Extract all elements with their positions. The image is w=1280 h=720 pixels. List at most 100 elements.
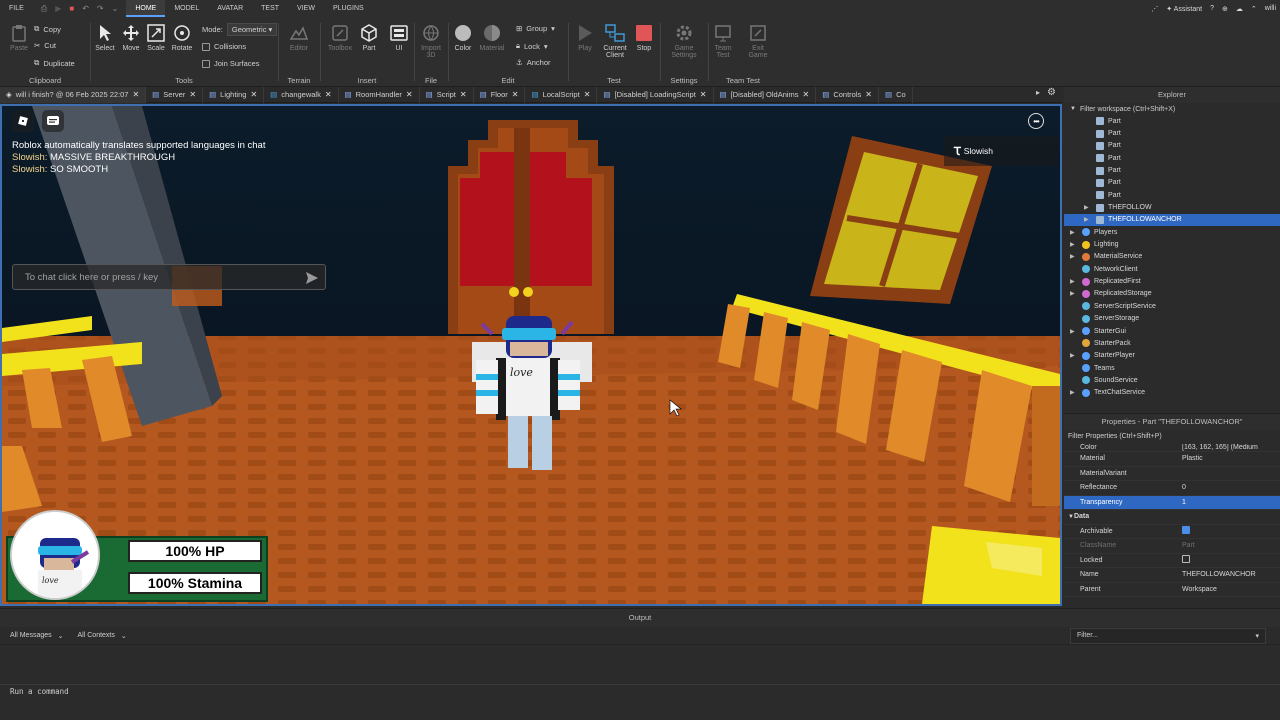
explorer-item[interactable]: Teams xyxy=(1064,362,1280,374)
document-tab[interactable]: ▤ Floor ✕ xyxy=(474,86,526,103)
close-tab-icon[interactable]: ✕ xyxy=(584,90,591,99)
menu-avatar[interactable]: AVATAR xyxy=(208,0,252,17)
user-name[interactable]: willi xyxy=(1265,5,1276,12)
rotate-tool-button[interactable]: Rotate xyxy=(167,23,197,52)
property-row[interactable]: MaterialVariant xyxy=(1064,467,1280,481)
expand-arrow-icon[interactable]: ▶ xyxy=(1084,204,1089,211)
redo-icon[interactable]: ↷ xyxy=(97,4,104,14)
expand-arrow-icon[interactable]: ▶ xyxy=(1070,241,1075,248)
stop-button[interactable]: Stop xyxy=(629,23,659,52)
more-options-icon[interactable]: ••• xyxy=(1028,113,1044,129)
property-row[interactable]: Reflectance 0 xyxy=(1064,481,1280,496)
collisions-toggle[interactable]: Collisions xyxy=(202,42,246,51)
explorer-item[interactable]: Part xyxy=(1064,164,1280,176)
property-row[interactable]: Archivable xyxy=(1064,525,1280,539)
color-button[interactable]: Color xyxy=(448,23,478,52)
property-checkbox[interactable] xyxy=(1182,526,1190,535)
group-button[interactable]: ⊞ Group ▾ xyxy=(516,24,555,33)
chat-input[interactable]: To chat click here or press / key xyxy=(12,264,326,290)
duplicate-button[interactable]: ⧉ Duplicate xyxy=(34,58,75,68)
property-row[interactable]: ClassName Part xyxy=(1064,539,1280,554)
explorer-item[interactable]: StarterPack xyxy=(1064,337,1280,349)
explorer-item[interactable]: ▶ StarterPlayer xyxy=(1064,350,1280,362)
explorer-item[interactable]: Part xyxy=(1064,115,1280,127)
mode-selector[interactable]: Mode: Geometric ▾ xyxy=(202,23,278,36)
document-tab[interactable]: ▤ [Disabled] OldAnims ✕ xyxy=(714,86,817,103)
material-button[interactable]: Material xyxy=(477,23,507,52)
close-tab-icon[interactable]: ✕ xyxy=(189,90,196,99)
property-value[interactable]: Workspace xyxy=(1182,586,1280,593)
property-value[interactable]: Plastic xyxy=(1182,455,1280,462)
save-icon[interactable]: ⎙ xyxy=(41,4,47,14)
explorer-item[interactable]: ▶ MaterialService xyxy=(1064,251,1280,263)
expand-arrow-icon[interactable]: ▶ xyxy=(1070,278,1075,285)
lock-button[interactable]: 🔒︎ Lock ▾ xyxy=(516,41,548,51)
menu-model[interactable]: MODEL xyxy=(165,0,208,17)
document-tab[interactable]: ▤ Co xyxy=(879,86,913,103)
tabs-settings-gear-icon[interactable]: ⚙ xyxy=(1047,87,1056,98)
join-surfaces-toggle[interactable]: Join Surfaces xyxy=(202,59,259,68)
properties-filter-input[interactable]: Filter Properties (Ctrl+Shift+P) xyxy=(1064,430,1280,444)
document-tab[interactable]: ▤ Lighting ✕ xyxy=(203,86,265,103)
play-icon[interactable]: ▶ xyxy=(55,4,61,14)
property-value[interactable] xyxy=(1182,555,1280,565)
property-value[interactable]: [163, 162, 165] (Medium xyxy=(1182,444,1280,451)
menu-file[interactable]: FILE xyxy=(0,0,33,17)
explorer-item[interactable]: ▶ ReplicatedStorage xyxy=(1064,288,1280,300)
expand-arrow-icon[interactable]: ▶ xyxy=(1070,229,1075,236)
team-test-button[interactable]: Team Test xyxy=(708,23,738,59)
property-value[interactable]: 0 xyxy=(1182,484,1280,491)
property-row[interactable]: Color [163, 162, 165] (Medium xyxy=(1064,444,1280,452)
close-tab-icon[interactable]: ✕ xyxy=(700,90,707,99)
assistant-button[interactable]: ✦ Assistant xyxy=(1166,5,1202,13)
play-button[interactable]: Play xyxy=(570,23,600,52)
explorer-item[interactable]: Part xyxy=(1064,152,1280,164)
ui-button[interactable]: UI xyxy=(384,23,414,52)
property-value[interactable]: 1 xyxy=(1182,499,1280,506)
explorer-item[interactable]: ServerStorage xyxy=(1064,313,1280,325)
close-tab-icon[interactable]: ✕ xyxy=(250,90,257,99)
menu-plugins[interactable]: PLUGINS xyxy=(324,0,373,17)
document-tab[interactable]: ▤ RoomHandler ✕ xyxy=(339,86,420,103)
explorer-item[interactable]: ▶ THEFOLLOWANCHOR xyxy=(1064,213,1280,227)
command-bar-input[interactable]: Run a command xyxy=(0,684,1280,698)
explorer-item[interactable]: ServerScriptService xyxy=(1064,300,1280,312)
property-row[interactable]: Name THEFOLLOWANCHOR xyxy=(1064,568,1280,583)
game-viewport[interactable]: love ••• Roblox automatically translates… xyxy=(0,104,1062,606)
mode-dropdown[interactable]: Geometric ▾ xyxy=(226,23,278,36)
messages-filter-dropdown[interactable]: All Messages ⌄ xyxy=(10,632,64,640)
close-tab-icon[interactable]: ✕ xyxy=(512,90,519,99)
close-tab-icon[interactable]: ✕ xyxy=(803,90,810,99)
copy-button[interactable]: ⧉ Copy xyxy=(34,24,61,34)
import-3d-button[interactable]: Import 3D xyxy=(416,23,446,59)
explorer-item[interactable]: SoundService xyxy=(1064,374,1280,386)
roblox-menu-button[interactable] xyxy=(12,110,34,132)
property-row[interactable]: Parent Workspace xyxy=(1064,583,1280,597)
property-row[interactable]: Locked xyxy=(1064,554,1280,568)
property-checkbox[interactable] xyxy=(1182,555,1190,564)
explorer-filter-input[interactable]: ▼ Filter workspace (Ctrl+Shift+X) xyxy=(1064,103,1280,115)
part-button[interactable]: Part xyxy=(354,23,384,52)
explorer-item[interactable]: ▶ StarterGui xyxy=(1064,325,1280,337)
property-category[interactable]: ▼ Data xyxy=(1064,510,1280,525)
close-tab-icon[interactable]: ✕ xyxy=(406,90,413,99)
toolbox-button[interactable]: Toolbox xyxy=(325,23,355,52)
terrain-editor-button[interactable]: Editor xyxy=(284,23,314,52)
close-tab-icon[interactable]: ✕ xyxy=(865,90,872,99)
explorer-item[interactable]: Part xyxy=(1064,127,1280,139)
anchor-button[interactable]: ⚓︎ Anchor xyxy=(516,58,551,67)
document-tab[interactable]: ▤ Script ✕ xyxy=(420,86,474,103)
expand-arrow-icon[interactable]: ▶ xyxy=(1070,290,1075,297)
document-tab[interactable]: ▤ Server ✕ xyxy=(146,86,204,103)
customize-icon[interactable]: ⌄ xyxy=(112,4,119,14)
explorer-item[interactable]: ▶ ReplicatedFirst xyxy=(1064,275,1280,287)
output-filter-input[interactable]: Filter... ▾ xyxy=(1070,628,1266,644)
explorer-item[interactable]: Part xyxy=(1064,140,1280,152)
tabs-scroll-right-icon[interactable]: ▸ xyxy=(1036,88,1040,97)
exit-game-button[interactable]: Exit Game xyxy=(743,23,773,59)
property-value[interactable] xyxy=(1182,526,1280,536)
cut-button[interactable]: ✂ Cut xyxy=(34,41,56,50)
property-row[interactable]: Material Plastic xyxy=(1064,452,1280,467)
explorer-item[interactable]: ▶ THEFOLLOW xyxy=(1064,201,1280,213)
contexts-filter-dropdown[interactable]: All Contexts ⌄ xyxy=(78,632,127,640)
